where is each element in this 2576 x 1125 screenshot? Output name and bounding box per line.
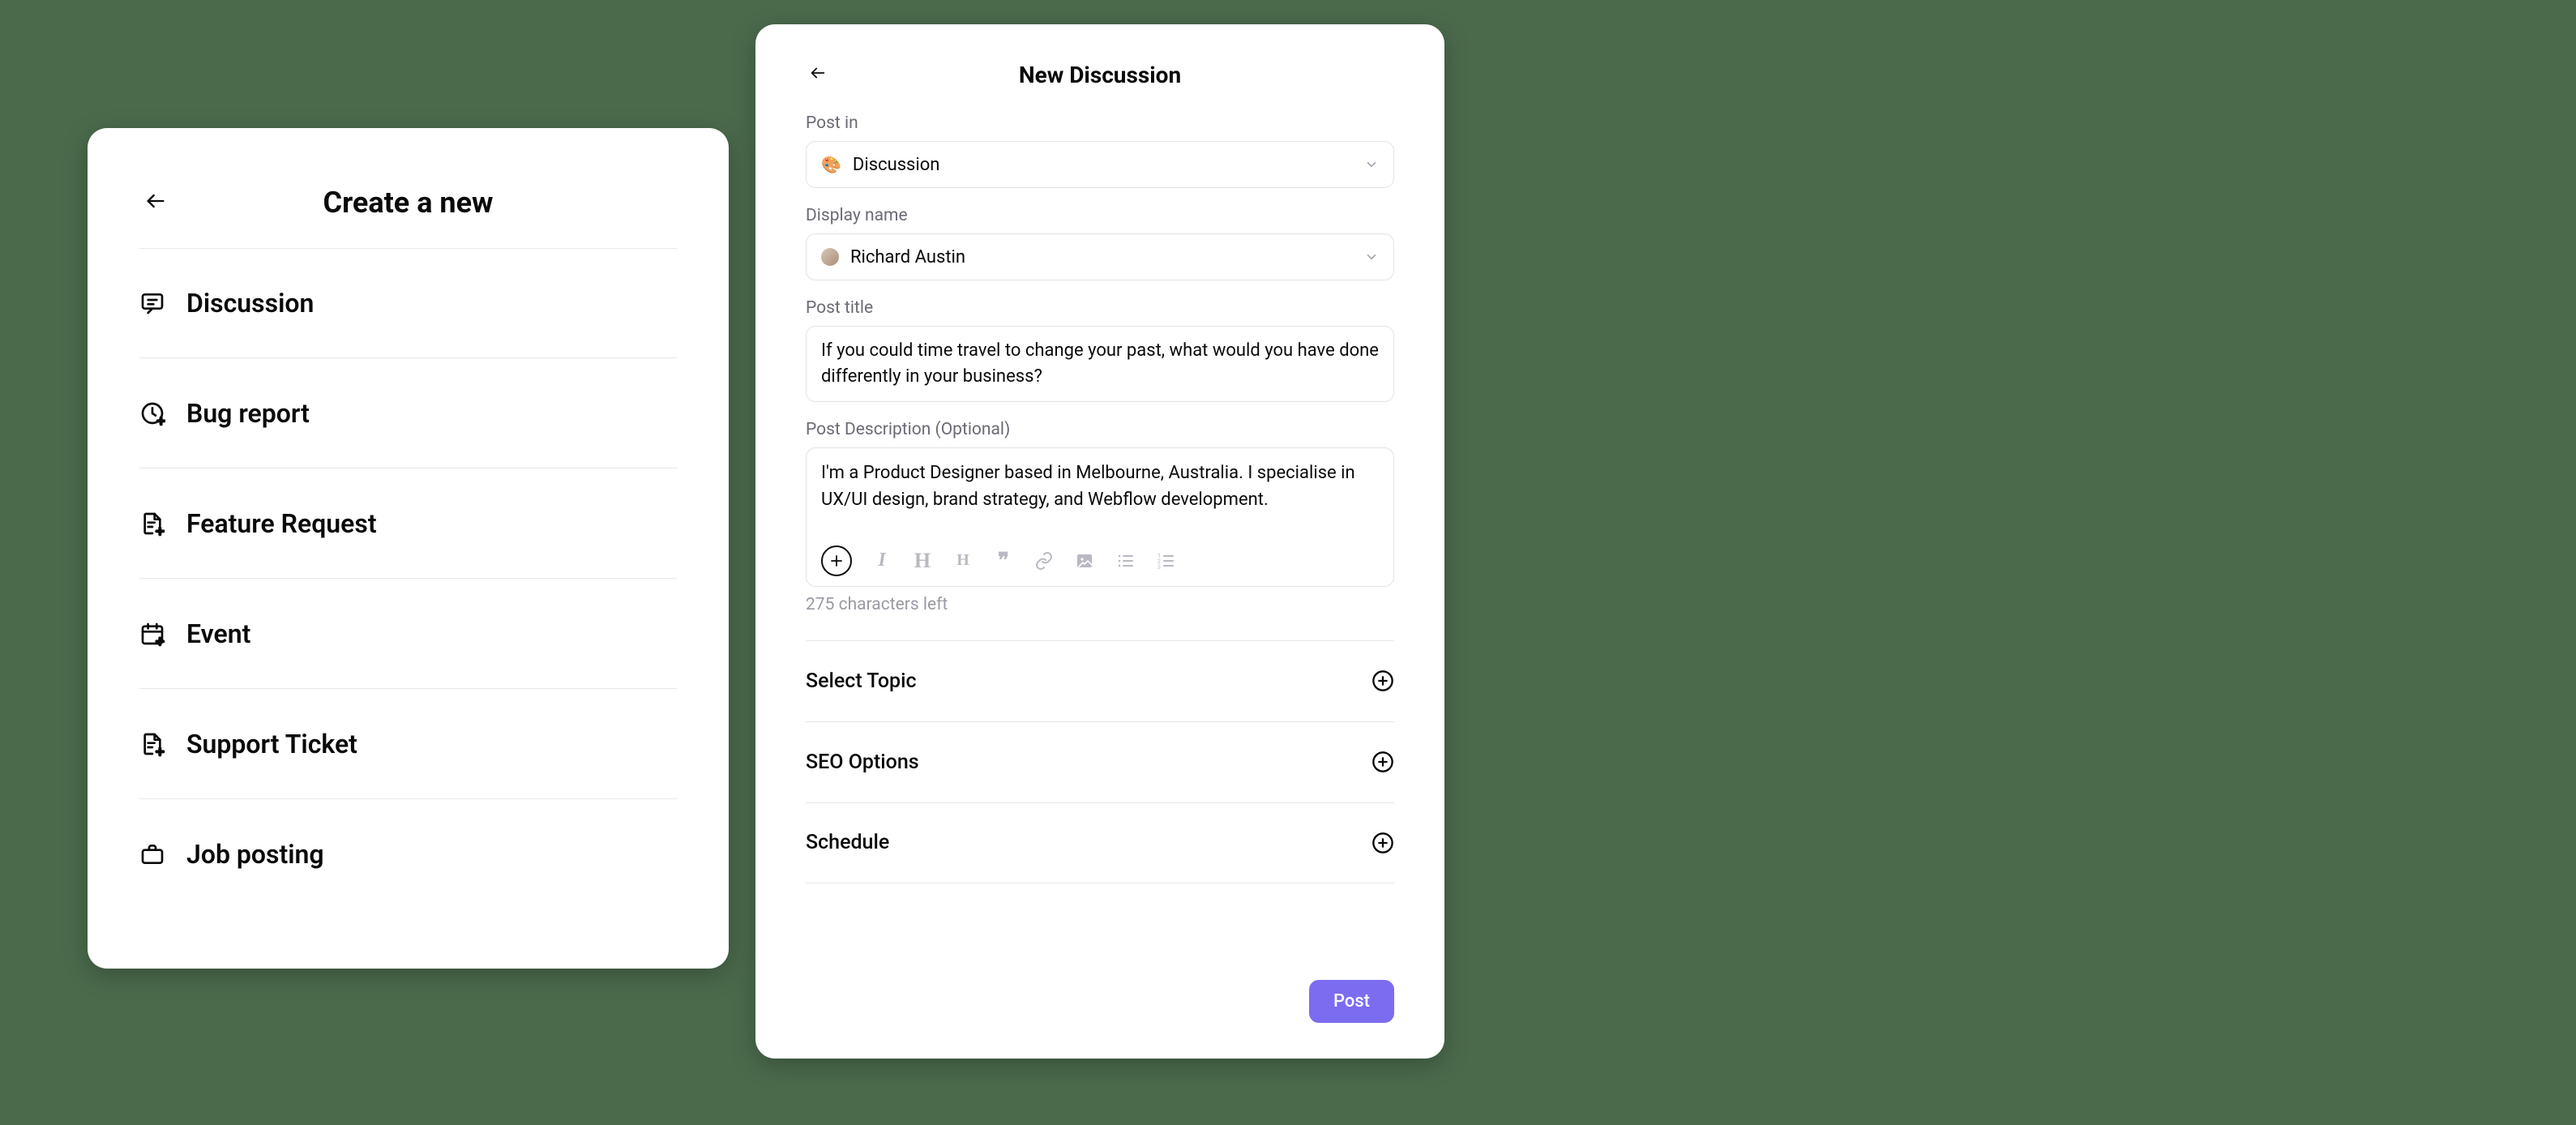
type-item-feature-request[interactable]: Feature Request — [139, 468, 677, 579]
add-block-button[interactable] — [821, 545, 852, 576]
section-schedule[interactable]: Schedule — [806, 802, 1394, 883]
bug-plus-icon — [139, 400, 165, 426]
document-plus-icon — [139, 511, 165, 537]
select-value: Discussion — [853, 155, 1353, 175]
image-button[interactable] — [1074, 550, 1095, 571]
quote-button[interactable]: ❞ — [993, 550, 1014, 571]
type-item-label: Feature Request — [186, 508, 377, 539]
type-item-label: Bug report — [186, 398, 310, 429]
type-item-label: Job posting — [186, 839, 324, 870]
plus-circle-icon — [1371, 751, 1394, 773]
panel-footer: Post — [806, 957, 1394, 1023]
chevron-down-icon — [1364, 250, 1379, 264]
input-value: I'm a Product Designer based in Melbourn… — [821, 460, 1379, 528]
post-button[interactable]: Post — [1309, 980, 1394, 1023]
subheading-button[interactable]: H — [952, 550, 973, 571]
panel-title: New Discussion — [1019, 62, 1181, 88]
link-button[interactable] — [1033, 550, 1055, 571]
italic-button[interactable]: I — [871, 550, 892, 571]
extra-sections: Select Topic SEO Options Schedule — [806, 640, 1394, 883]
field-label: Post Description (Optional) — [806, 420, 1394, 439]
numbered-list-button[interactable]: 123 — [1155, 550, 1176, 571]
section-select-topic[interactable]: Select Topic — [806, 640, 1394, 721]
create-new-panel: Create a new Discussion Bug report Featu… — [88, 128, 729, 969]
post-in-select[interactable]: 🎨 Discussion — [806, 141, 1394, 188]
plus-circle-icon — [1371, 832, 1394, 854]
character-counter: 275 characters left — [806, 595, 1394, 614]
panel-header: Create a new — [139, 173, 677, 232]
back-button[interactable] — [806, 62, 830, 87]
post-description-field: Post Description (Optional) I'm a Produc… — [806, 420, 1394, 614]
field-label: Display name — [806, 206, 1394, 225]
back-button[interactable] — [139, 186, 172, 219]
section-label: Schedule — [806, 831, 889, 854]
input-value: If you could time travel to change your … — [821, 338, 1379, 390]
field-label: Post title — [806, 298, 1394, 318]
type-item-job-posting[interactable]: Job posting — [139, 799, 677, 909]
channel-icon: 🎨 — [821, 156, 841, 173]
post-title-input[interactable]: If you could time travel to change your … — [806, 326, 1394, 402]
type-list: Discussion Bug report Feature Request Ev… — [139, 248, 677, 909]
svg-text:3: 3 — [1157, 564, 1161, 571]
panel-title: Create a new — [323, 186, 494, 220]
type-item-event[interactable]: Event — [139, 579, 677, 689]
bullet-list-button[interactable] — [1115, 550, 1136, 571]
section-label: SEO Options — [806, 751, 919, 774]
editor-toolbar: I H H ❞ 123 — [821, 545, 1379, 576]
display-name-select[interactable]: Richard Austin — [806, 233, 1394, 280]
avatar-icon — [821, 248, 839, 266]
post-in-field: Post in 🎨 Discussion — [806, 113, 1394, 188]
type-item-label: Event — [186, 618, 250, 649]
type-item-bug-report[interactable]: Bug report — [139, 358, 677, 468]
calendar-plus-icon — [139, 621, 165, 647]
type-item-label: Discussion — [186, 288, 314, 319]
select-value: Richard Austin — [850, 247, 1353, 267]
type-item-discussion[interactable]: Discussion — [139, 248, 677, 358]
panel-header: New Discussion — [806, 57, 1394, 92]
chevron-down-icon — [1364, 157, 1379, 172]
ticket-plus-icon — [139, 731, 165, 757]
heading-button[interactable]: H — [912, 550, 933, 571]
post-description-input[interactable]: I'm a Product Designer based in Melbourn… — [806, 447, 1394, 587]
chat-icon — [139, 290, 165, 316]
field-label: Post in — [806, 113, 1394, 133]
post-title-field: Post title If you could time travel to c… — [806, 298, 1394, 402]
plus-circle-icon — [1371, 669, 1394, 692]
type-item-support-ticket[interactable]: Support Ticket — [139, 689, 677, 799]
arrow-left-icon — [144, 190, 167, 216]
section-seo-options[interactable]: SEO Options — [806, 721, 1394, 802]
section-label: Select Topic — [806, 669, 917, 693]
arrow-left-icon — [809, 64, 827, 85]
type-item-label: Support Ticket — [186, 729, 357, 759]
new-discussion-panel: New Discussion Post in 🎨 Discussion Disp… — [755, 24, 1444, 1059]
briefcase-icon — [139, 841, 165, 867]
display-name-field: Display name Richard Austin — [806, 206, 1394, 280]
